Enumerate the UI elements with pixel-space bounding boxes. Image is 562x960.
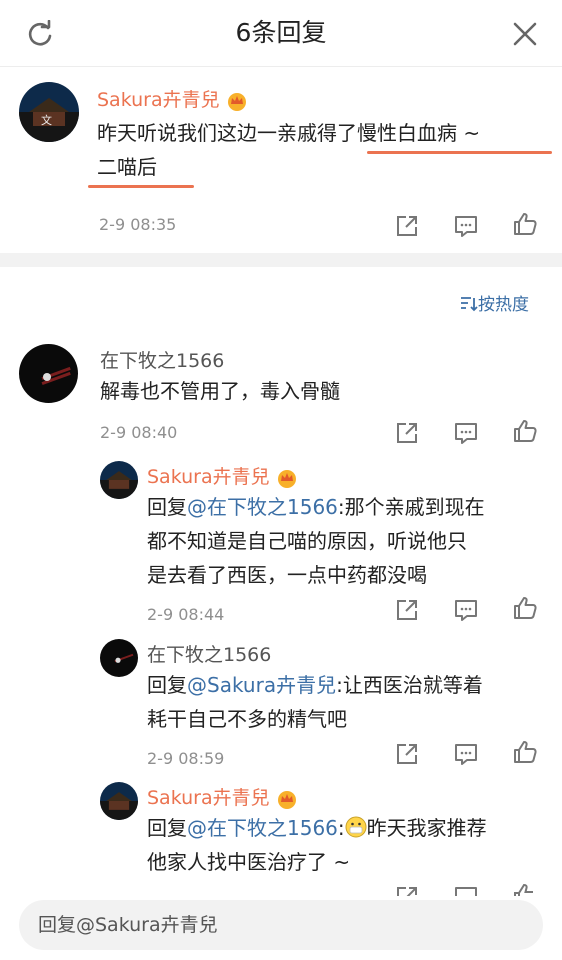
reply-input-placeholder: 回复@Sakura卉青兒: [38, 914, 218, 936]
like-icon[interactable]: [512, 211, 538, 237]
svg-text:文: 文: [41, 113, 52, 127]
highlight-underline: [367, 151, 552, 154]
main-comment-text-line2: 二喵后: [97, 155, 157, 179]
mask-face-emoji: [345, 816, 367, 838]
avatar-sakura[interactable]: [100, 461, 138, 499]
main-comment-time: 2-9 08:35: [99, 215, 177, 234]
avatar-image: [19, 344, 78, 403]
crown-icon: [227, 92, 246, 111]
avatar-image: 文: [19, 82, 79, 142]
share-icon[interactable]: [394, 420, 420, 446]
share-icon[interactable]: [394, 213, 420, 239]
avatar-image: [100, 461, 138, 499]
reply-text-line1: 回复@在下牧之1566: 昨天我家推荐: [147, 816, 487, 840]
avatar-zaixia[interactable]: [19, 344, 78, 403]
crown-icon: [277, 469, 296, 488]
highlight-underline: [88, 185, 194, 188]
refresh-icon[interactable]: [26, 20, 54, 48]
reply-time: 2-9 08:44: [147, 605, 225, 624]
avatar-sakura[interactable]: 文: [19, 82, 79, 142]
reply-username[interactable]: Sakura卉青兒: [147, 783, 298, 810]
close-icon[interactable]: [512, 21, 538, 47]
avatar-image: [100, 782, 138, 820]
comment-username[interactable]: 在下牧之1566: [100, 346, 224, 373]
mention-link[interactable]: @在下牧之1566: [187, 816, 338, 840]
main-comment-username[interactable]: Sakura卉青兒: [97, 85, 248, 112]
comment-icon[interactable]: [453, 741, 479, 767]
like-icon[interactable]: [512, 884, 538, 896]
section-divider: [0, 253, 562, 267]
avatar-image: [100, 639, 138, 677]
mention-link[interactable]: @Sakura卉青兒: [187, 673, 336, 697]
reply-text-line3: 是去看了西医，一点中药都没喝: [147, 563, 427, 587]
share-icon[interactable]: [394, 884, 420, 896]
sort-icon: [461, 297, 478, 312]
reply-text-line2: 他家人找中医治疗了 ~: [147, 850, 351, 874]
reply-text-line2: 耗干自己不多的精气吧: [147, 707, 347, 731]
page-title: 6条回复: [235, 18, 327, 47]
share-icon[interactable]: [394, 741, 420, 767]
mention-link[interactable]: @在下牧之1566: [187, 495, 338, 519]
like-icon[interactable]: [512, 739, 538, 765]
comment-text: 解毒也不管用了，毒入骨髓: [100, 379, 340, 403]
reply-text-line1: 回复@在下牧之1566:那个亲戚到现在: [147, 495, 485, 519]
comment-icon[interactable]: [453, 884, 479, 896]
comment-icon[interactable]: [453, 213, 479, 239]
main-comment-text-line1: 昨天听说我们这边一亲戚得了慢性白血病 ~: [97, 121, 481, 145]
reply-time: 2-9 08:59: [147, 749, 225, 768]
like-icon[interactable]: [512, 595, 538, 621]
share-icon[interactable]: [394, 597, 420, 623]
reply-username[interactable]: Sakura卉青兒: [147, 462, 298, 489]
comment-icon[interactable]: [453, 597, 479, 623]
action-row-clipped: [380, 884, 550, 896]
sort-button[interactable]: 按热度: [460, 290, 529, 315]
reply-text-line1: 回复@Sakura卉青兒:让西医治就等着: [147, 673, 483, 697]
comment-time: 2-9 08:40: [100, 423, 178, 442]
sort-label: 按热度: [478, 295, 529, 315]
reply-text-line2: 都不知道是自己喵的原因，听说他只: [147, 529, 467, 553]
avatar-zaixia[interactable]: [100, 639, 138, 677]
avatar-sakura[interactable]: [100, 782, 138, 820]
reply-username[interactable]: 在下牧之1566: [147, 640, 271, 667]
like-icon[interactable]: [512, 418, 538, 444]
crown-icon: [277, 790, 296, 809]
comment-icon[interactable]: [453, 420, 479, 446]
